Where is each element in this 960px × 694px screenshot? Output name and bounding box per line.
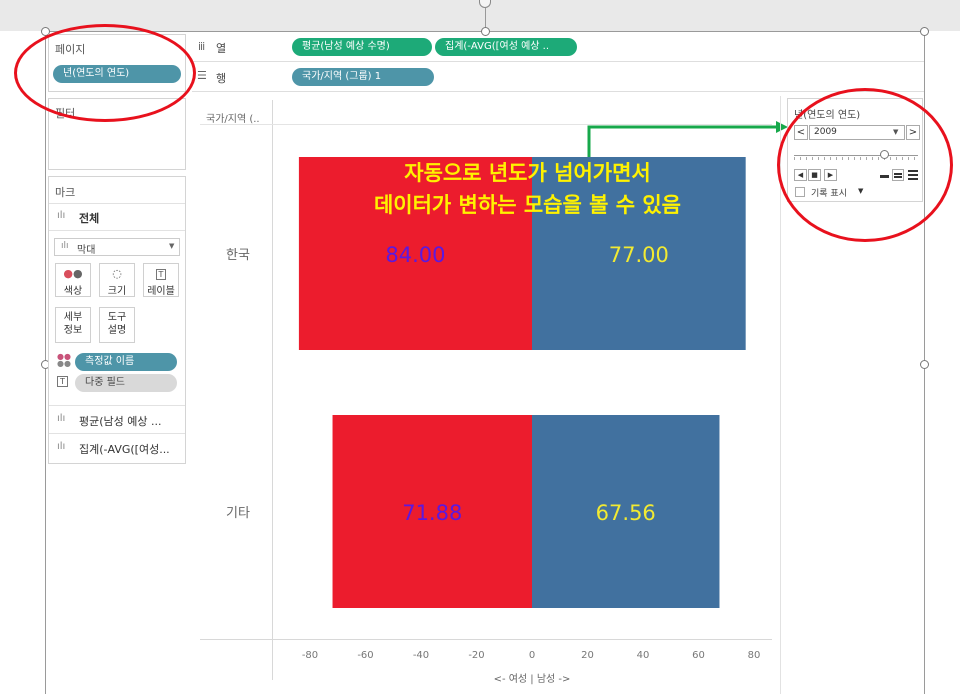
category-label: 기타	[226, 506, 250, 521]
green-arrow	[587, 121, 788, 157]
x-tick-label: -40	[413, 650, 429, 661]
category-label: 한국	[226, 248, 250, 263]
x-tick-label: 0	[529, 650, 535, 661]
x-tick-label: 80	[748, 650, 761, 661]
x-tick-label: -80	[302, 650, 318, 661]
bar-value-label: 71.88	[402, 501, 462, 525]
x-tick-label: 60	[692, 650, 705, 661]
x-axis-title: <- 여성 | 남성 ->	[493, 674, 571, 685]
x-tick-label: 40	[637, 650, 650, 661]
x-tick-label: 20	[581, 650, 594, 661]
bar-value-label: 77.00	[609, 243, 669, 267]
x-tick-label: -60	[357, 650, 373, 661]
bar-value-label: 84.00	[385, 243, 445, 267]
pages-highlight-ellipse	[14, 24, 196, 122]
x-tick-label: -20	[468, 650, 484, 661]
annotation-line-1: 자동으로 년도가 넘어가면서	[404, 161, 651, 185]
annotation-line-2: 데이터가 변하는 모습을 볼 수 있음	[373, 193, 682, 217]
bar-value-label: 67.56	[596, 501, 656, 525]
page-control-highlight-ellipse	[777, 88, 953, 242]
